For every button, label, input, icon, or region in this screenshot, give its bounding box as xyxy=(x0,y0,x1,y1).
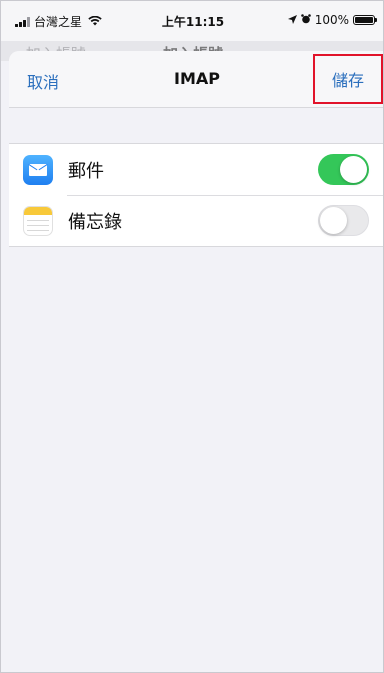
status-right: 100% xyxy=(287,13,377,27)
list-item-notes: 備忘錄 xyxy=(9,195,383,246)
location-icon xyxy=(287,13,297,27)
notes-toggle[interactable] xyxy=(318,205,369,236)
list-item-mail: 郵件 xyxy=(9,144,383,195)
toggle-knob xyxy=(320,207,347,234)
nav-bar: 取消 IMAP 儲存 xyxy=(9,51,383,108)
list-item-label: 備忘錄 xyxy=(68,211,122,233)
toggle-knob xyxy=(340,156,367,183)
mail-toggle[interactable] xyxy=(318,154,369,185)
list-item-label: 郵件 xyxy=(68,160,104,182)
battery-percent: 100% xyxy=(314,13,349,27)
notes-icon xyxy=(23,205,53,236)
save-button-label: 儲存 xyxy=(331,71,364,90)
status-bar: 台灣之星 上午11:15 100% xyxy=(1,1,383,41)
save-button[interactable]: 儲存 xyxy=(313,54,383,104)
imap-sheet: 取消 IMAP 儲存 郵件 備忘錄 xyxy=(9,51,383,672)
battery-icon xyxy=(353,15,377,25)
screen: 台灣之星 上午11:15 100% ‹ 加入帳號 xyxy=(0,0,384,673)
sync-list: 郵件 備忘錄 xyxy=(9,143,383,247)
alarm-icon xyxy=(300,13,311,27)
mail-icon xyxy=(23,154,53,185)
